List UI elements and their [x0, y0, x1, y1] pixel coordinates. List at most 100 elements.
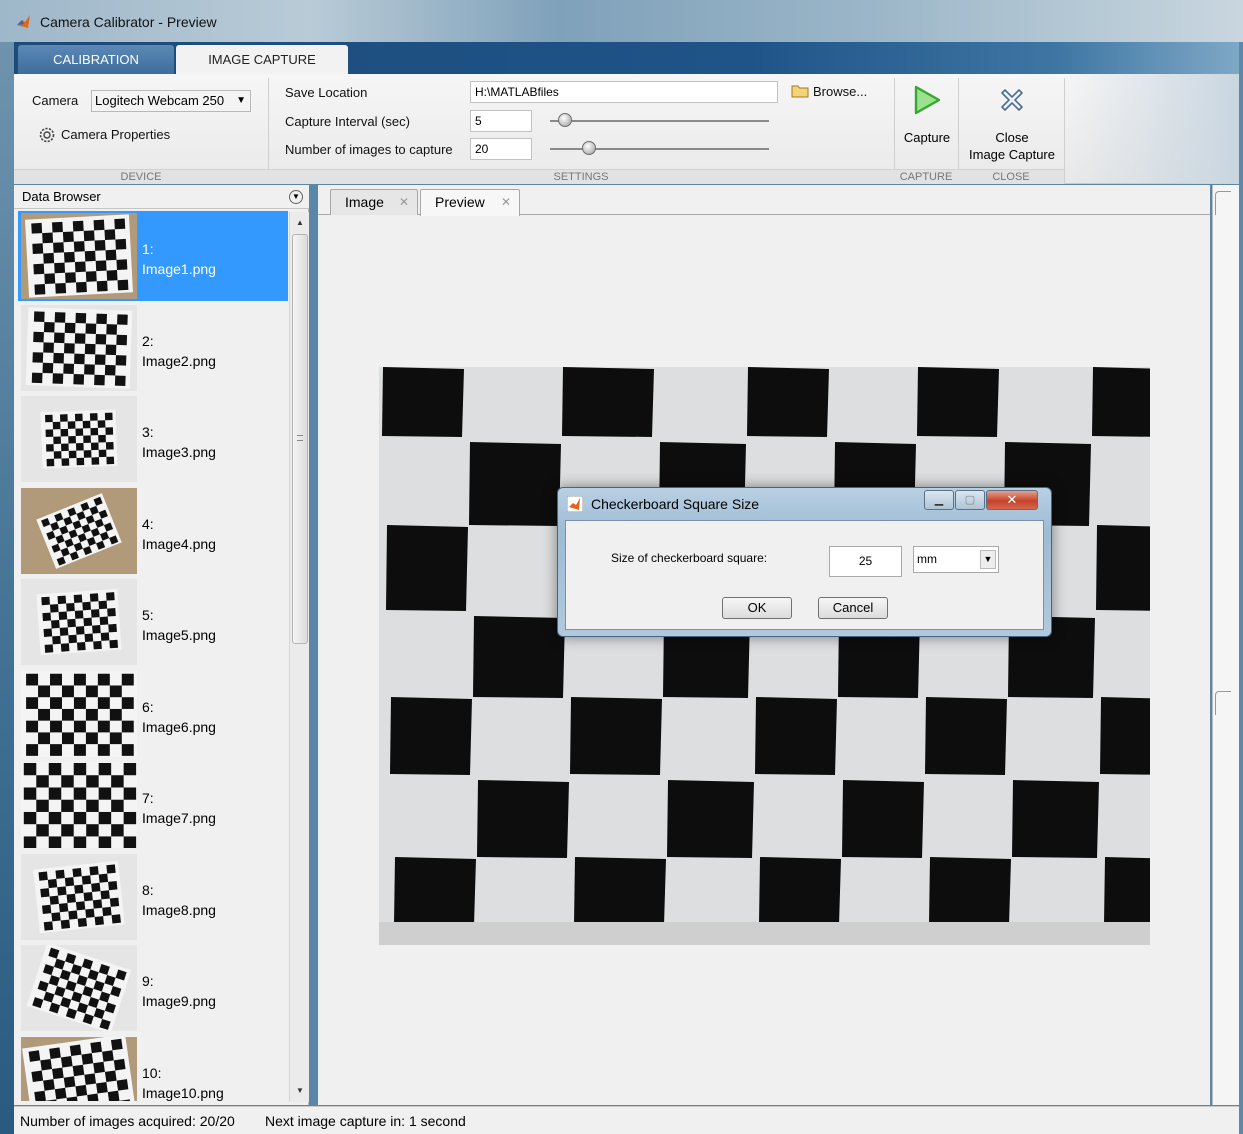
camera-properties-label: Camera Properties — [61, 127, 171, 142]
camera-select[interactable]: Logitech Webcam 250 ▼ — [91, 90, 251, 112]
close-image-capture-button[interactable]: Close Image Capture — [964, 78, 1060, 164]
cancel-button[interactable]: Cancel — [818, 597, 888, 619]
tab-calibration[interactable]: CALIBRATION — [18, 45, 174, 74]
play-icon — [914, 85, 941, 115]
image-list: 1: Image1.png 2: Image2.png 3: Image3.png 4: Im… — [18, 211, 288, 1101]
list-item[interactable]: 1: Image1.png — [18, 211, 288, 301]
list-item-index: 5: — [142, 607, 154, 623]
list-item[interactable]: 7: Image7.png — [18, 760, 288, 850]
checkerboard-thumbnail-graphic — [21, 487, 137, 574]
list-item-index: 8: — [142, 881, 154, 898]
doc-tab-preview-label: Preview — [435, 194, 485, 210]
data-browser-scrollbar[interactable]: ▲ ▼ — [289, 212, 309, 1102]
gear-icon — [39, 127, 55, 143]
close-icon — [1001, 89, 1023, 111]
image-thumbnail — [21, 762, 137, 848]
list-item-index: 6: — [142, 698, 154, 715]
doc-tab-image[interactable]: Image ✕ — [330, 189, 418, 215]
list-item[interactable]: 9: Image9.png — [18, 943, 288, 1033]
list-item[interactable]: 4: Image4.png — [18, 486, 288, 576]
status-images-acquired: Number of images acquired: 20/20 — [20, 1113, 235, 1129]
window-title: Camera Calibrator - Preview — [40, 14, 217, 30]
image-thumbnail — [21, 670, 137, 757]
checkerboard-thumbnail-graphic — [21, 304, 137, 391]
right-side-panel — [1212, 185, 1239, 1105]
square-size-label: Size of checkerboard square: — [611, 551, 768, 565]
unit-select[interactable]: mm ▼ — [913, 546, 999, 573]
checkerboard-thumbnail-graphic — [21, 853, 137, 940]
image-thumbnail — [21, 487, 137, 574]
checkerboard-preview-graphic — [379, 367, 1150, 945]
chevron-down-icon: ▼ — [236, 95, 246, 106]
save-location-field[interactable]: H:\MATLABfiles — [470, 81, 778, 103]
scroll-down-arrow-icon[interactable]: ▼ — [293, 1084, 307, 1098]
window-frame-right — [1239, 42, 1243, 1134]
ribbon-tab-strip: CALIBRATION IMAGE CAPTURE — [14, 42, 1239, 74]
status-next-capture: Next image capture in: 1 second — [265, 1113, 466, 1129]
capture-interval-slider-handle[interactable] — [558, 113, 572, 127]
group-label-close: CLOSE — [958, 169, 1064, 184]
group-label-capture: CAPTURE — [894, 169, 958, 184]
document-area: Image ✕ Preview ✕ — [318, 185, 1210, 1105]
num-images-field[interactable]: 20 — [470, 138, 532, 160]
chevron-down-icon: ▼ — [980, 550, 996, 569]
unit-select-value: mm — [917, 552, 937, 566]
list-item[interactable]: 2: Image2.png — [18, 303, 288, 393]
capture-interval-slider-track[interactable] — [550, 120, 769, 122]
list-item-index: 3: — [142, 424, 154, 440]
matlab-logo-icon — [567, 496, 583, 512]
list-item-filename: Image6.png — [142, 718, 216, 735]
grip-icon — [297, 435, 303, 441]
scroll-up-arrow-icon[interactable]: ▲ — [293, 216, 307, 230]
list-item-index: 4: — [142, 515, 154, 532]
image-thumbnail — [21, 579, 137, 665]
list-item-filename: Image4.png — [142, 535, 216, 552]
camera-preview-image — [379, 367, 1150, 945]
doc-tab-image-label: Image — [345, 194, 384, 210]
image-thumbnail — [21, 945, 137, 1031]
ok-button[interactable]: OK — [722, 597, 792, 619]
square-size-input[interactable]: 25 — [829, 546, 902, 577]
ribbon-toolstrip: Camera Logitech Webcam 250 ▼ Camera Prop… — [14, 74, 1239, 184]
browse-button[interactable]: Browse... — [789, 80, 879, 102]
list-item[interactable]: 5: Image5.png — [18, 577, 288, 667]
list-item-index: 10: — [142, 1064, 162, 1081]
dialog-close-button[interactable]: ✕ — [986, 490, 1038, 510]
group-label-device: DEVICE — [14, 169, 268, 184]
image-thumbnail — [21, 304, 137, 391]
capture-button[interactable]: Capture — [900, 78, 954, 164]
list-item[interactable]: 10: Image10.png — [18, 1035, 288, 1101]
list-item-filename: Image7.png — [142, 810, 216, 826]
checkerboard-size-dialog: Checkerboard Square Size ▁ ▢ ✕ Size of c… — [557, 487, 1052, 637]
camera-properties-button[interactable]: Camera Properties — [36, 124, 186, 146]
list-item-filename: Image9.png — [142, 993, 216, 1009]
maximize-button[interactable]: ▢ — [955, 490, 985, 510]
minimize-button[interactable]: ▁ — [924, 490, 954, 510]
doc-tab-preview[interactable]: Preview ✕ — [420, 189, 520, 216]
image-thumbnail — [21, 853, 137, 940]
image-thumbnail — [21, 213, 137, 299]
panel-menu-icon[interactable]: ▼ — [289, 190, 303, 204]
scrollbar-thumb[interactable] — [292, 234, 308, 644]
close-tab-icon[interactable]: ✕ — [501, 190, 511, 214]
checkerboard-thumbnail-graphic — [21, 1036, 137, 1101]
checkerboard-thumbnail-graphic — [21, 579, 137, 665]
close-button-label-line2: Image Capture — [969, 147, 1055, 162]
window-frame-left — [0, 42, 14, 1134]
list-item[interactable]: 3: Image3.png — [18, 394, 288, 484]
list-item-index: 2: — [142, 332, 154, 349]
capture-button-label: Capture — [903, 130, 951, 145]
group-label-settings: SETTINGS — [268, 169, 894, 184]
list-item[interactable]: 6: Image6.png — [18, 669, 288, 759]
save-location-label: Save Location — [285, 85, 368, 100]
capture-interval-field[interactable]: 5 — [470, 110, 532, 132]
num-images-slider-handle[interactable] — [582, 141, 596, 155]
list-item[interactable]: 8: Image8.png — [18, 852, 288, 942]
matlab-logo-icon — [17, 15, 30, 28]
list-item-index: 1: — [142, 241, 154, 257]
status-bar: Number of images acquired: 20/20 Next im… — [14, 1106, 1239, 1134]
window-titlebar: Camera Calibrator - Preview — [0, 0, 1243, 42]
tab-image-capture[interactable]: IMAGE CAPTURE — [176, 45, 348, 74]
dialog-title: Checkerboard Square Size — [591, 496, 760, 512]
close-tab-icon[interactable]: ✕ — [399, 190, 409, 214]
